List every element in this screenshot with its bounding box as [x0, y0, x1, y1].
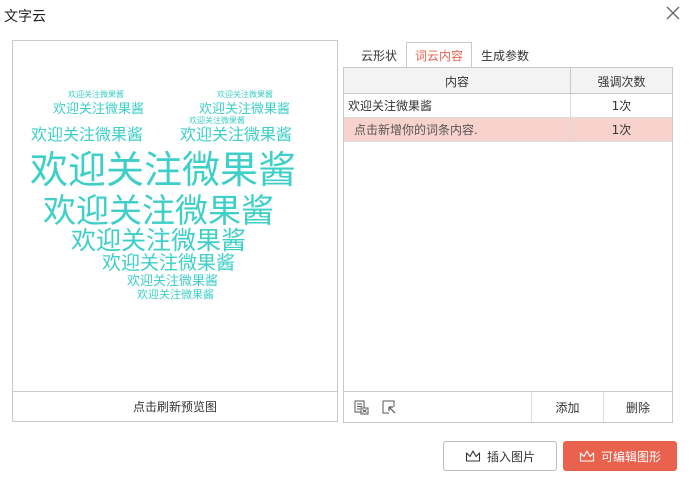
editable-shape-button[interactable]: 可编辑图形 [563, 441, 677, 471]
cloud-word: 欢迎关注微果酱 [30, 148, 297, 192]
column-header-content: 内容 [344, 68, 571, 94]
crown-icon [465, 450, 481, 462]
cloud-word: 欢迎关注微果酱 [217, 90, 273, 99]
cloud-word: 欢迎关注微果酱 [102, 252, 236, 274]
cloud-word: 欢迎关注微果酱 [71, 226, 247, 255]
word-cloud-preview: 欢迎关注微果酱 欢迎关注微果酱 欢迎关注微果酱 欢迎关注微果酱 欢迎关注微果酱 … [12, 40, 338, 422]
crown-icon [579, 450, 595, 462]
cloud-word: 欢迎关注微果酱 [43, 191, 274, 230]
table-toolbar: 添加 删除 [344, 391, 672, 422]
insert-image-button[interactable]: 插入图片 [443, 441, 557, 471]
cloud-word: 欢迎关注微果酱 [68, 90, 124, 99]
cloud-word: 欢迎关注微果酱 [31, 125, 144, 144]
row-count-cell[interactable]: 1次 [571, 118, 672, 141]
add-button[interactable]: 添加 [532, 392, 604, 422]
delete-button[interactable]: 删除 [604, 392, 672, 422]
cloud-word: 欢迎关注微果酱 [180, 125, 293, 144]
close-icon[interactable] [664, 4, 682, 22]
window-title: 文字云 [4, 9, 46, 25]
table-row-selected[interactable]: 点击新增你的词条内容. 1次 [344, 118, 672, 142]
column-header-emphasis: 强调次数 [597, 74, 646, 89]
table-header: 内容 强调次数 [344, 68, 672, 94]
toolbar-icons [344, 392, 532, 422]
export-icon[interactable] [381, 399, 397, 415]
insert-image-label: 插入图片 [486, 449, 535, 464]
tab-bar: 云形状 词云内容 生成参数 [352, 42, 538, 68]
tab-cloud-shape[interactable]: 云形状 [352, 42, 406, 68]
import-excel-icon[interactable] [353, 399, 369, 415]
tab-cloud-content[interactable]: 词云内容 [406, 42, 473, 68]
refresh-preview-button[interactable]: 点击刷新预览图 [13, 391, 337, 421]
editable-shape-label: 可编辑图形 [600, 449, 661, 464]
cloud-word: 欢迎关注微果酱 [137, 288, 214, 301]
row-content-cell[interactable]: 欢迎关注微果酱 [344, 94, 571, 117]
row-content-cell[interactable]: 点击新增你的词条内容. [344, 118, 571, 141]
cloud-word: 欢迎关注微果酱 [189, 116, 245, 125]
word-cloud: 欢迎关注微果酱 欢迎关注微果酱 欢迎关注微果酱 欢迎关注微果酱 欢迎关注微果酱 … [13, 41, 337, 391]
table-row[interactable]: 欢迎关注微果酱 1次 [344, 94, 672, 118]
cloud-word: 欢迎关注微果酱 [53, 102, 145, 117]
cloud-word: 欢迎关注微果酱 [127, 274, 219, 289]
cloud-word: 欢迎关注微果酱 [199, 102, 291, 117]
tab-generate-params[interactable]: 生成参数 [472, 42, 538, 68]
content-panel: 内容 强调次数 欢迎关注微果酱 1次 点击新增你的词条内容. 1次 添加 删除 [343, 67, 673, 423]
row-count-cell[interactable]: 1次 [571, 94, 672, 117]
